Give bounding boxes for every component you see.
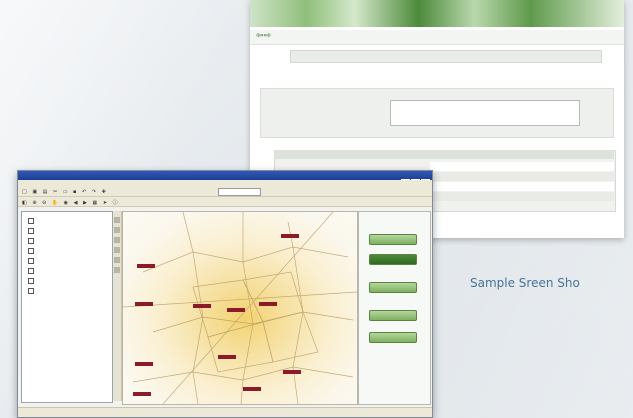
tool-icon[interactable] [114, 227, 120, 233]
toolbar-icons[interactable]: ◧ ⊕ ⊖ ✋ ◉ ◀ ▶ ▦ ➤ ⓘ [22, 199, 120, 206]
tools-panel [358, 211, 431, 405]
table-row[interactable] [430, 182, 614, 191]
toc-layer[interactable] [28, 288, 36, 294]
toc-layer[interactable] [28, 248, 36, 254]
map-label [135, 302, 153, 306]
map-label [193, 304, 211, 308]
caption-text: Sample Sreen Sho [470, 276, 580, 290]
back-forward-arrows-icon[interactable]: ⇦⇨ [256, 31, 271, 41]
table-of-contents [21, 211, 113, 403]
map-label [218, 355, 236, 359]
table-row[interactable] [430, 192, 614, 201]
table-row[interactable] [430, 172, 614, 181]
status-bar [18, 407, 432, 417]
checkbox-icon[interactable] [28, 258, 34, 264]
toc-layer[interactable] [28, 268, 36, 274]
toc-layer[interactable] [28, 258, 36, 264]
checkbox-icon[interactable] [28, 238, 34, 244]
map-label [133, 392, 151, 396]
toolbar-standard: □ ▣ ▤ ✂ ▭ ▪ ↶ ↷ ✚ [18, 187, 432, 197]
window-title-bar [18, 171, 432, 180]
map-label [243, 387, 261, 391]
checkbox-icon[interactable] [28, 268, 34, 274]
panel-button[interactable] [369, 234, 417, 245]
web-app-page-title [290, 50, 602, 63]
menu-bar [18, 180, 432, 187]
panel-button[interactable] [369, 332, 417, 343]
table-row[interactable] [430, 162, 614, 171]
map-label [135, 362, 153, 366]
map-label [283, 370, 301, 374]
checkbox-icon[interactable] [28, 228, 34, 234]
panel-button[interactable] [369, 282, 417, 293]
map-label [137, 264, 155, 268]
toc-layer[interactable] [28, 238, 36, 244]
toolbar-tools: ◧ ⊕ ⊖ ✋ ◉ ◀ ▶ ▦ ➤ ⓘ [18, 197, 432, 207]
tool-icon[interactable] [114, 257, 120, 263]
toc-layer[interactable] [28, 228, 36, 234]
tool-icon[interactable] [114, 267, 120, 273]
tool-icon[interactable] [114, 217, 120, 223]
checkbox-icon[interactable] [28, 278, 34, 284]
map-label [281, 234, 299, 238]
tool-icon[interactable] [114, 247, 120, 253]
web-app-text-area[interactable] [390, 100, 580, 126]
toolbar-icons[interactable]: □ ▣ ▤ ✂ ▭ ▪ ↶ ↷ ✚ [22, 189, 108, 195]
gis-desktop-screenshot: □ ▣ ▤ ✂ ▭ ▪ ↶ ↷ ✚ ◧ ⊕ ⊖ ✋ ◉ ◀ ▶ ▦ ➤ ⓘ [17, 170, 433, 418]
toc-layer[interactable] [28, 218, 36, 224]
checkbox-icon[interactable] [28, 218, 34, 224]
tool-icon[interactable] [114, 237, 120, 243]
web-app-banner [250, 0, 624, 27]
panel-button[interactable] [369, 310, 417, 321]
checkbox-icon[interactable] [28, 288, 34, 294]
panel-button[interactable] [369, 254, 417, 265]
map-scale-field[interactable] [218, 188, 261, 196]
table-header-row [274, 150, 614, 159]
web-app-nav-bar [250, 30, 624, 45]
web-app-menu [588, 72, 612, 78]
checkbox-icon[interactable] [28, 248, 34, 254]
map-view[interactable] [122, 211, 358, 405]
map-label [227, 308, 245, 312]
map-label [259, 302, 277, 306]
vertical-toolbar [113, 211, 122, 401]
toc-layer[interactable] [28, 278, 36, 284]
